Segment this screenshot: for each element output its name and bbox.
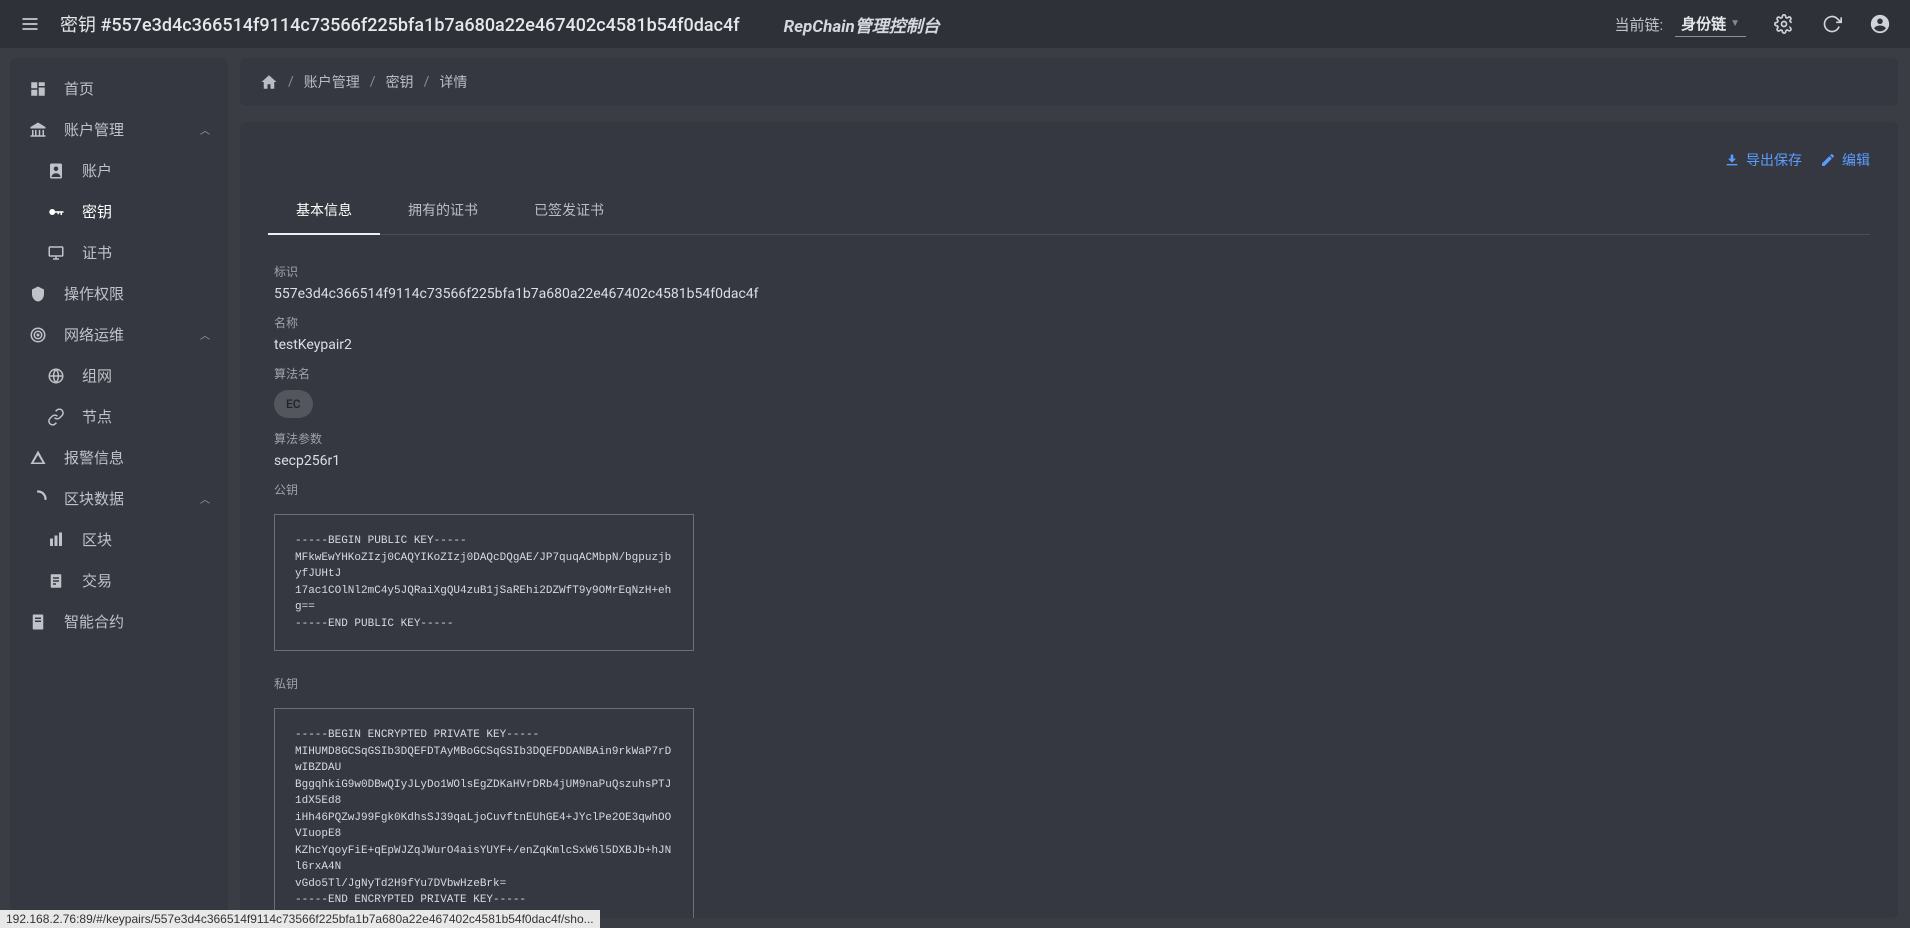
value-name: testKeypair2 [274,337,1864,353]
key-icon [46,202,66,222]
top-bar: 密钥 #557e3d4c366514f9114c73566f225bfa1b7a… [0,0,1910,48]
settings-button[interactable] [1766,6,1802,42]
sidebar-label: 证书 [82,242,210,263]
label-alg: 算法名 [274,365,1864,382]
home-icon[interactable] [260,73,278,91]
bank-icon [28,120,48,140]
chevron-down-icon: ▼ [1730,18,1740,29]
tabs: 基本信息 拥有的证书 已签发证书 [268,186,1870,235]
breadcrumb-level2[interactable]: 密钥 [386,72,414,92]
sidebar-item-node[interactable]: 节点 [10,396,228,437]
tab-owned-certs[interactable]: 拥有的证书 [380,186,506,234]
label-pubkey: 公钥 [274,481,1864,498]
sidebar: 首页 账户管理 ︿ 账户 密钥 证书 操作权限 [10,58,228,918]
content-card: 导出保存 编辑 基本信息 拥有的证书 已签发证书 标识 557e3d4c3665… [240,122,1898,918]
alert-icon [28,448,48,468]
chevron-up-icon: ︿ [200,491,210,506]
sidebar-item-account-mgmt[interactable]: 账户管理 ︿ [10,109,228,150]
detail-pane: 标识 557e3d4c366514f9114c73566f225bfa1b7a6… [268,235,1870,918]
sidebar-label: 区块数据 [64,488,184,509]
sidebar-label: 账户管理 [64,119,184,140]
sidebar-item-network[interactable]: 组网 [10,355,228,396]
sidebar-label: 网络运维 [64,324,184,345]
status-bar-url: 192.168.2.76:89/#/keypairs/557e3d4c36651… [0,910,600,928]
export-button[interactable]: 导出保存 [1724,150,1802,170]
refresh-button[interactable] [1814,6,1850,42]
value-alg-chip: EC [274,390,313,418]
tab-issued-certs[interactable]: 已签发证书 [506,186,632,234]
edit-label: 编辑 [1842,150,1870,170]
sidebar-item-op-perm[interactable]: 操作权限 [10,273,228,314]
sidebar-label: 报警信息 [64,447,210,468]
sidebar-label: 组网 [82,365,210,386]
sidebar-label: 智能合约 [64,611,210,632]
chevron-up-icon: ︿ [200,122,210,137]
breadcrumb-sep: / [424,74,430,90]
breadcrumb-sep: / [370,74,376,90]
account-icon [46,161,66,181]
monitor-icon [46,243,66,263]
download-icon [1724,152,1740,168]
sidebar-item-block[interactable]: 区块 [10,519,228,560]
doc-icon [46,571,66,591]
menu-icon [20,14,40,34]
loader-icon [28,489,48,509]
label-alg-param: 算法参数 [274,430,1864,447]
sidebar-item-home[interactable]: 首页 [10,68,228,109]
sidebar-item-keypair[interactable]: 密钥 [10,191,228,232]
dashboard-icon [28,79,48,99]
label-prvkey: 私钥 [274,675,1864,692]
sidebar-item-contract[interactable]: 智能合约 [10,601,228,642]
globe-icon [46,366,66,386]
sidebar-label: 首页 [64,78,210,99]
tab-basic-info[interactable]: 基本信息 [268,186,380,234]
contract-icon [28,612,48,632]
shield-icon [28,284,48,304]
sidebar-item-block-data[interactable]: 区块数据 ︿ [10,478,228,519]
value-id: 557e3d4c366514f9114c73566f225bfa1b7a680a… [274,286,1864,302]
link-icon [46,407,66,427]
sidebar-item-cert[interactable]: 证书 [10,232,228,273]
gear-icon [1774,14,1794,34]
bars-icon [46,530,66,550]
main-content: / 账户管理 / 密钥 / 详情 导出保存 编辑 [228,48,1910,928]
sidebar-item-account[interactable]: 账户 [10,150,228,191]
value-prvkey: -----BEGIN ENCRYPTED PRIVATE KEY----- MI… [274,708,694,918]
sidebar-label: 账户 [82,160,210,181]
refresh-icon [1822,14,1842,34]
action-bar: 导出保存 编辑 [268,150,1870,170]
sidebar-item-tx[interactable]: 交易 [10,560,228,601]
user-circle-icon [1869,13,1891,35]
label-id: 标识 [274,263,1864,280]
breadcrumb-sep: / [288,74,294,90]
breadcrumb-level3: 详情 [439,72,467,92]
breadcrumb: / 账户管理 / 密钥 / 详情 [240,58,1898,106]
chain-selector[interactable]: 身份链 ▼ [1675,11,1746,37]
value-alg-param: secp256r1 [274,453,1864,469]
menu-toggle-button[interactable] [12,6,48,42]
sidebar-label: 交易 [82,570,210,591]
user-button[interactable] [1862,6,1898,42]
radar-icon [28,325,48,345]
app-name: RepChain管理控制台 [784,12,940,37]
sidebar-label: 密钥 [82,201,210,222]
current-chain-label: 当前链: [1614,14,1663,35]
sidebar-label: 节点 [82,406,210,427]
value-pubkey: -----BEGIN PUBLIC KEY----- MFkwEwYHKoZIz… [274,514,694,651]
export-label: 导出保存 [1746,150,1802,170]
sidebar-label: 操作权限 [64,283,210,304]
label-name: 名称 [274,314,1864,331]
edit-button[interactable]: 编辑 [1820,150,1870,170]
sidebar-item-alarm[interactable]: 报警信息 [10,437,228,478]
sidebar-item-net-ops[interactable]: 网络运维 ︿ [10,314,228,355]
page-title: 密钥 #557e3d4c366514f9114c73566f225bfa1b7a… [60,11,740,37]
chevron-up-icon: ︿ [200,327,210,342]
breadcrumb-level1[interactable]: 账户管理 [304,72,360,92]
chain-value: 身份链 [1681,13,1726,34]
sidebar-label: 区块 [82,529,210,550]
pencil-icon [1820,152,1836,168]
